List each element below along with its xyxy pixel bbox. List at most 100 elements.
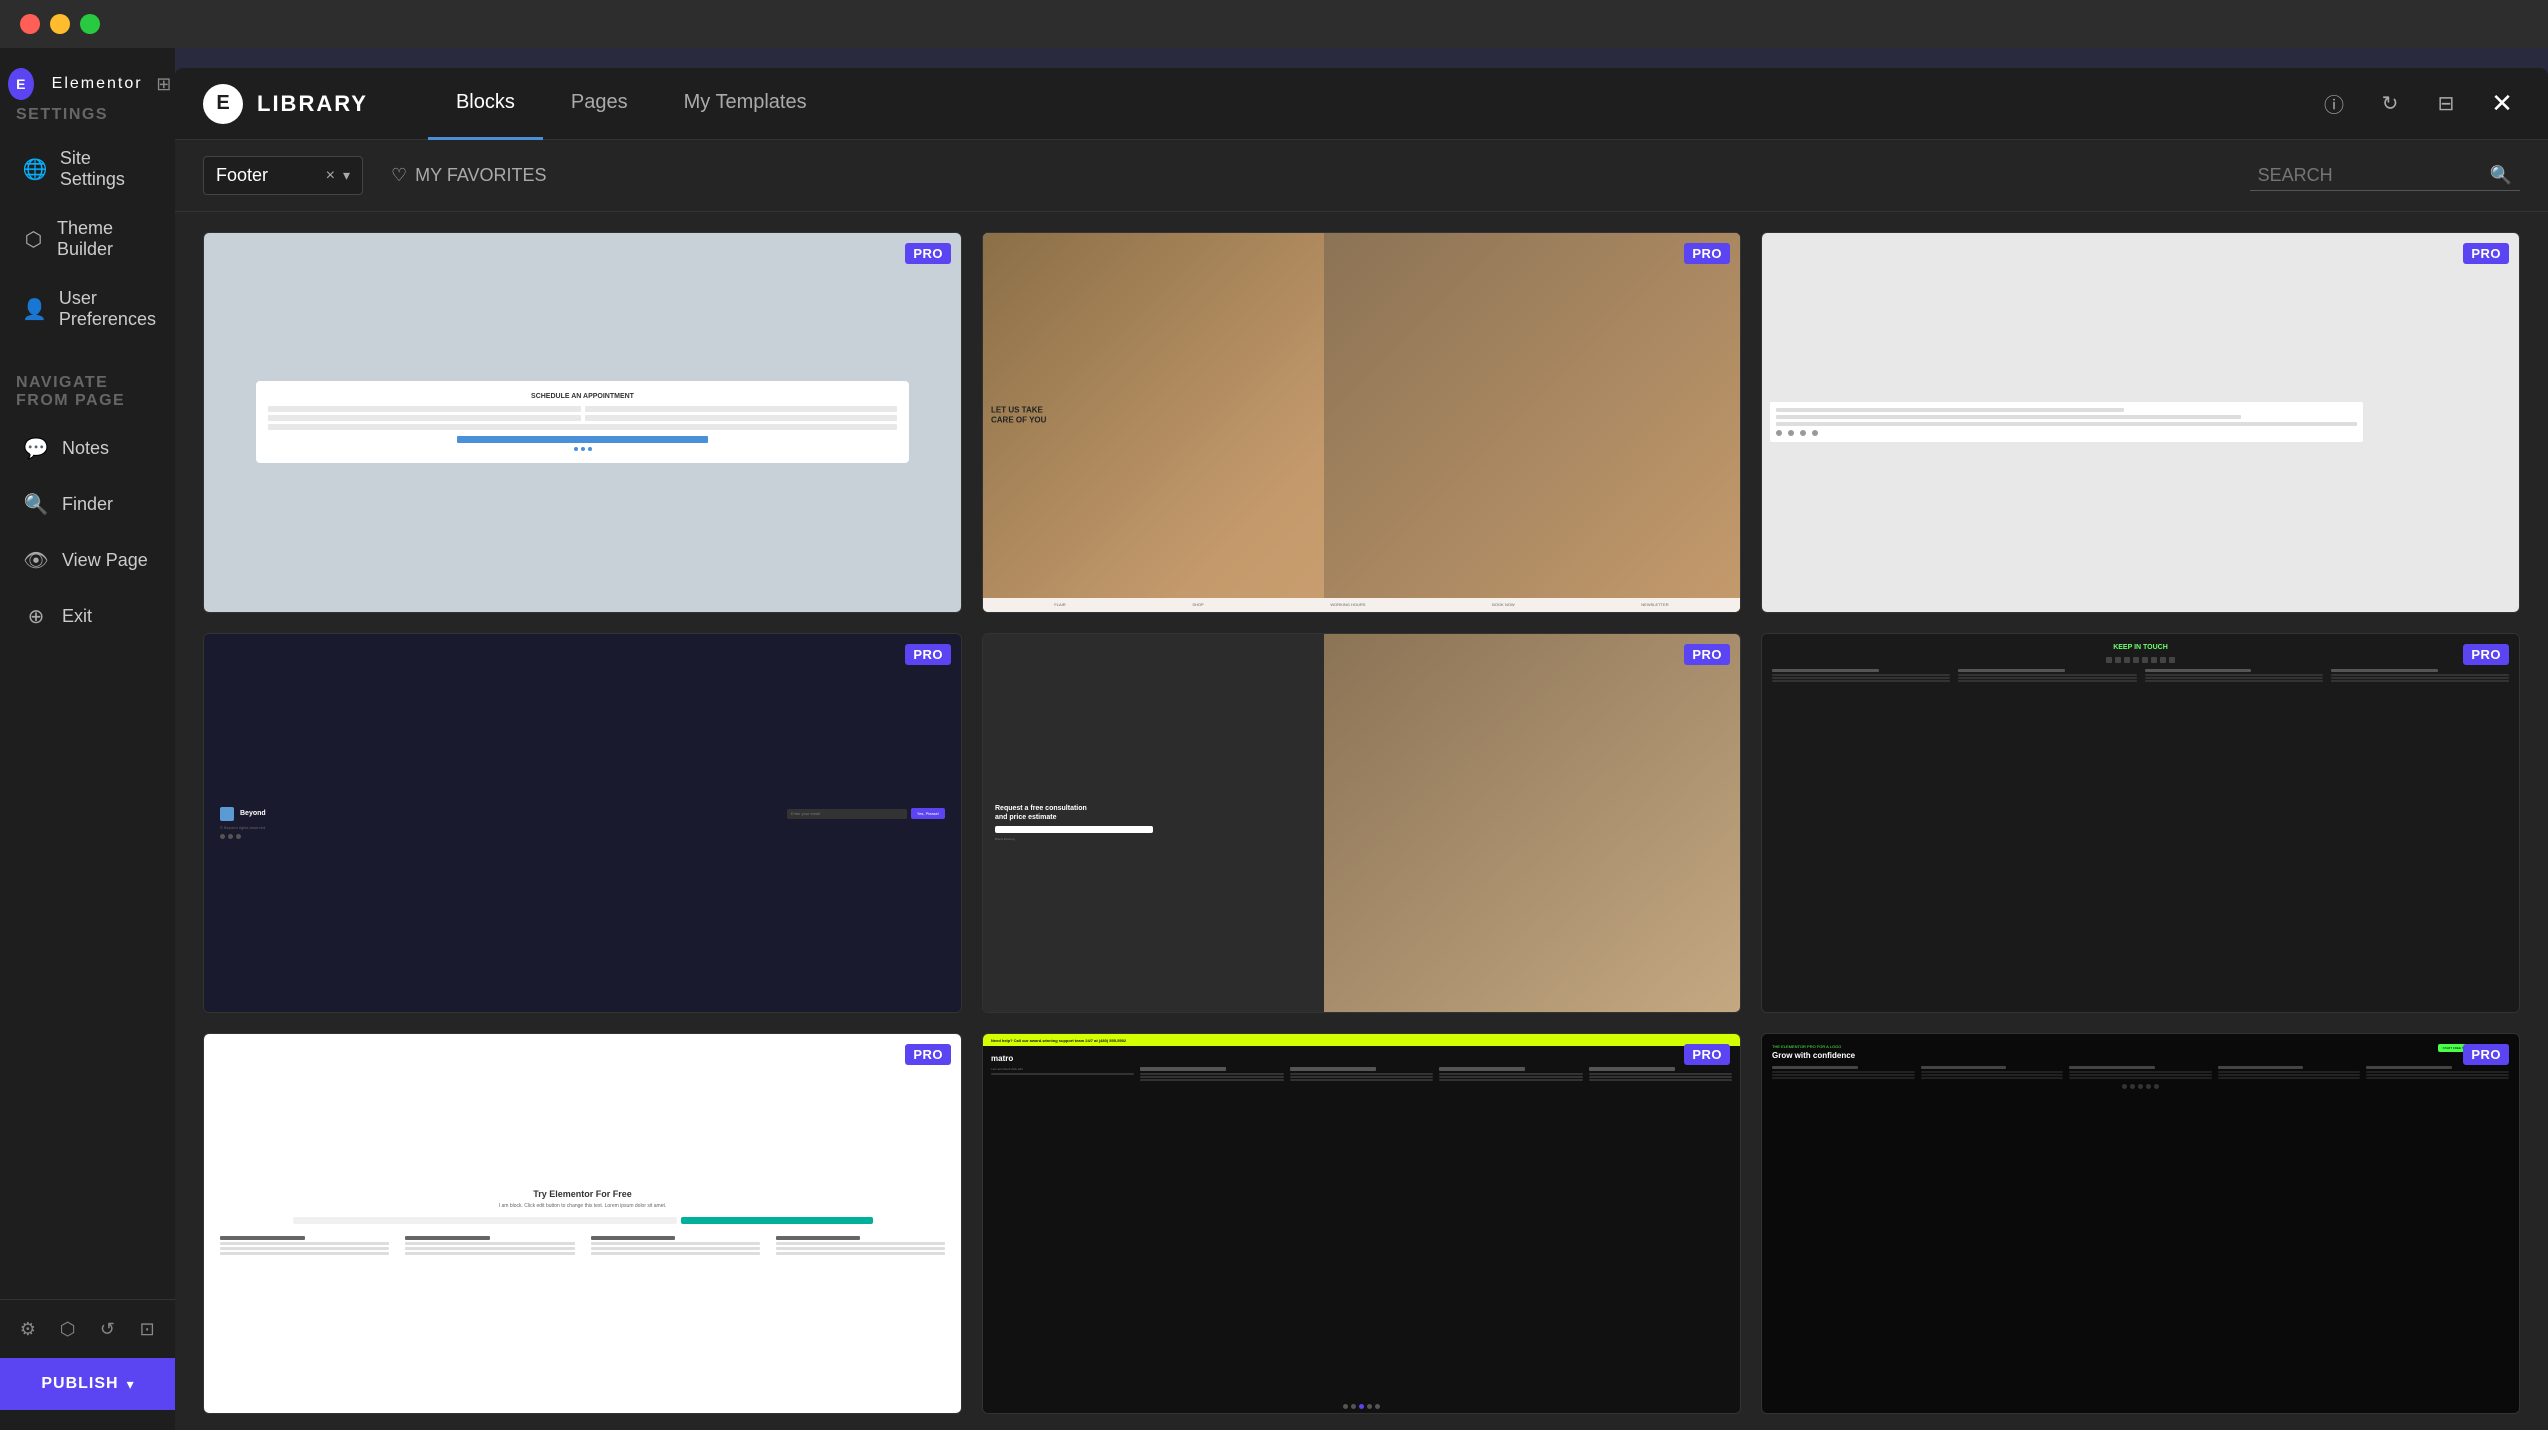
minimize-window-button[interactable] (50, 14, 70, 34)
template-thumb-schedule: SCHEDULE AN APPOINTMENT (204, 233, 961, 612)
elementor-brand-text: Elementor (52, 75, 143, 93)
matro-body: matro I am text block click edit (983, 1046, 1740, 1400)
tab-pages[interactable]: Pages (543, 68, 656, 140)
contact-social1 (1776, 430, 1782, 436)
responsive-icon[interactable]: ⊡ (132, 1314, 162, 1344)
matro-col1: I am text block click edit (991, 1067, 1134, 1082)
template-card-schedule[interactable]: SCHEDULE AN APPOINTMENT (203, 232, 962, 613)
grow-dot1 (2122, 1084, 2127, 1089)
template-card-grow[interactable]: THE ELEMENTOR PRO FOR A LOGO Grow with c… (1761, 1033, 2520, 1414)
pro-badge-beyond: PRO (905, 644, 951, 665)
schedule-field1 (268, 406, 580, 412)
kt-col1-line3 (1772, 680, 1950, 682)
matro-col2-line3 (1140, 1079, 1283, 1081)
kt-col1 (1772, 669, 1950, 683)
template-card-elementor-free[interactable]: Try Elementor For Free I am block. Click… (203, 1033, 962, 1414)
library-logo-letter: E (216, 92, 229, 115)
sidebar-item-site-settings[interactable]: 🌐 Site Settings (6, 134, 169, 204)
kt-icons (2106, 657, 2175, 663)
schedule-row1 (268, 406, 897, 412)
schedule-row3 (268, 424, 897, 430)
contact-row1 (1776, 408, 2124, 412)
eye-icon: 👁 (22, 546, 50, 574)
matro-col4-head (1439, 1067, 1525, 1071)
search-icon: 🔍 (22, 490, 50, 518)
grow-col5-line1 (2366, 1071, 2509, 1073)
maximize-window-button[interactable] (80, 14, 100, 34)
beyond-top: Beyond Enter your email Yes, Please! (220, 807, 945, 821)
template-thumb-keep-in-touch: KEEP IN TOUCH (1762, 634, 2519, 1013)
tab-blocks[interactable]: Blocks (428, 68, 543, 140)
template-card-keep-in-touch[interactable]: KEEP IN TOUCH (1761, 633, 2520, 1014)
template-card-contact-cols[interactable]: PRO (1761, 232, 2520, 613)
cons-title: Request a free consultationand price est… (995, 804, 1312, 822)
template-card-consultation[interactable]: Request a free consultationand price est… (982, 633, 1741, 1014)
kt-col4-head (2331, 669, 2438, 672)
grow-top: THE ELEMENTOR PRO FOR A LOGO Grow with c… (1772, 1044, 2509, 1060)
grow-col1 (1772, 1066, 1915, 1080)
ef-footer-line9 (591, 1252, 760, 1255)
grow-col1-line3 (1772, 1077, 1915, 1079)
grow-col2-head (1921, 1066, 2007, 1069)
matro-col5 (1589, 1067, 1732, 1082)
favorites-button[interactable]: ♡ MY FAVORITES (379, 157, 559, 194)
beauty-nav-item1: FLAIR (1054, 602, 1065, 607)
matro-dot3 (1359, 1404, 1364, 1409)
sidebar-bottom-icons: ⚙ ⬡ ↺ ⊡ (0, 1299, 175, 1358)
matro-col5-line3 (1589, 1079, 1732, 1081)
schedule-field4 (585, 415, 897, 421)
view-page-label: View Page (62, 550, 148, 571)
template-card-matro[interactable]: Need help? Call our award-winning suppor… (982, 1033, 1741, 1414)
history-icon[interactable]: ↺ (92, 1314, 122, 1344)
dot1 (574, 447, 578, 451)
ef-start-btn (681, 1217, 873, 1224)
beauty-headline: LET US TAKECARE OF YOU (991, 406, 1046, 425)
sidebar-item-notes[interactable]: 💬 Notes (6, 420, 169, 476)
matro-col2-head (1140, 1067, 1226, 1071)
save-button[interactable]: ⊟ (2428, 86, 2464, 122)
publish-bar[interactable]: PUBLISH ▾ (0, 1358, 175, 1410)
sidebar: E Elementor ⊞ SETTINGS 🌐 Site Settings ⬡… (0, 48, 175, 1430)
close-modal-button[interactable]: ✕ (2484, 86, 2520, 122)
category-filter-dropdown[interactable]: Footer × ▾ (203, 156, 363, 195)
sidebar-item-exit[interactable]: ⊕ Exit (6, 588, 169, 644)
grid-icon[interactable]: ⊞ (153, 70, 175, 98)
exit-label: Exit (62, 606, 92, 627)
sidebar-item-finder[interactable]: 🔍 Finder (6, 476, 169, 532)
site-settings-label: Site Settings (60, 148, 153, 190)
matro-header-text: Need help? Call our award-winning suppor… (991, 1038, 1126, 1043)
template-card-beauty[interactable]: LET US TAKECARE OF YOU FLAIR SHOP WORKIN… (982, 232, 1741, 613)
globe-icon: 🌐 (22, 155, 48, 183)
layers2-icon[interactable]: ⬡ (53, 1314, 83, 1344)
matro-dot1 (1343, 1404, 1348, 1409)
modal-header-actions: ⓘ ↻ ⊟ ✕ (2316, 86, 2520, 122)
ef-footer-line11 (776, 1247, 945, 1250)
filter-clear-button[interactable]: × (326, 167, 335, 185)
modal-toolbar: Footer × ▾ ♡ MY FAVORITES 🔍 (175, 140, 2548, 212)
template-thumb-contact (1762, 233, 2519, 612)
settings-icon[interactable]: ⚙ (13, 1314, 43, 1344)
sidebar-item-user-preferences[interactable]: 👤 User Preferences (6, 274, 169, 344)
search-input[interactable] (2258, 165, 2490, 186)
tab-my-templates[interactable]: My Templates (656, 68, 835, 140)
beauty-nav: FLAIR SHOP WORKING HOURS BOOK NOW NEWSLE… (983, 598, 1740, 612)
close-window-button[interactable] (20, 14, 40, 34)
info-button[interactable]: ⓘ (2316, 86, 2352, 122)
grow-col1-line2 (1772, 1074, 1915, 1076)
navigate-label: NAVIGATE FROM PAGE (0, 368, 175, 420)
grow-dots (1772, 1080, 2509, 1093)
beyond-dot2 (228, 834, 233, 839)
ef-footer-col3 (591, 1236, 760, 1257)
grow-col4-line1 (2218, 1071, 2361, 1073)
person-icon: 👤 (22, 295, 47, 323)
matro-col3-line1 (1290, 1073, 1433, 1075)
template-card-beyond[interactable]: Beyond Enter your email Yes, Please! © B… (203, 633, 962, 1014)
ef-subtitle: I am block. Click edit button to change … (499, 1203, 667, 1209)
grow-col2-line3 (1921, 1077, 2064, 1079)
pro-badge-schedule: PRO (905, 243, 951, 264)
kt-col2-line2 (1958, 677, 2136, 679)
sidebar-item-view-page[interactable]: 👁 View Page (6, 532, 169, 588)
sync-button[interactable]: ↻ (2372, 86, 2408, 122)
sidebar-item-theme-builder[interactable]: ⬡ Theme Builder (6, 204, 169, 274)
matro-col4-line1 (1439, 1073, 1582, 1075)
